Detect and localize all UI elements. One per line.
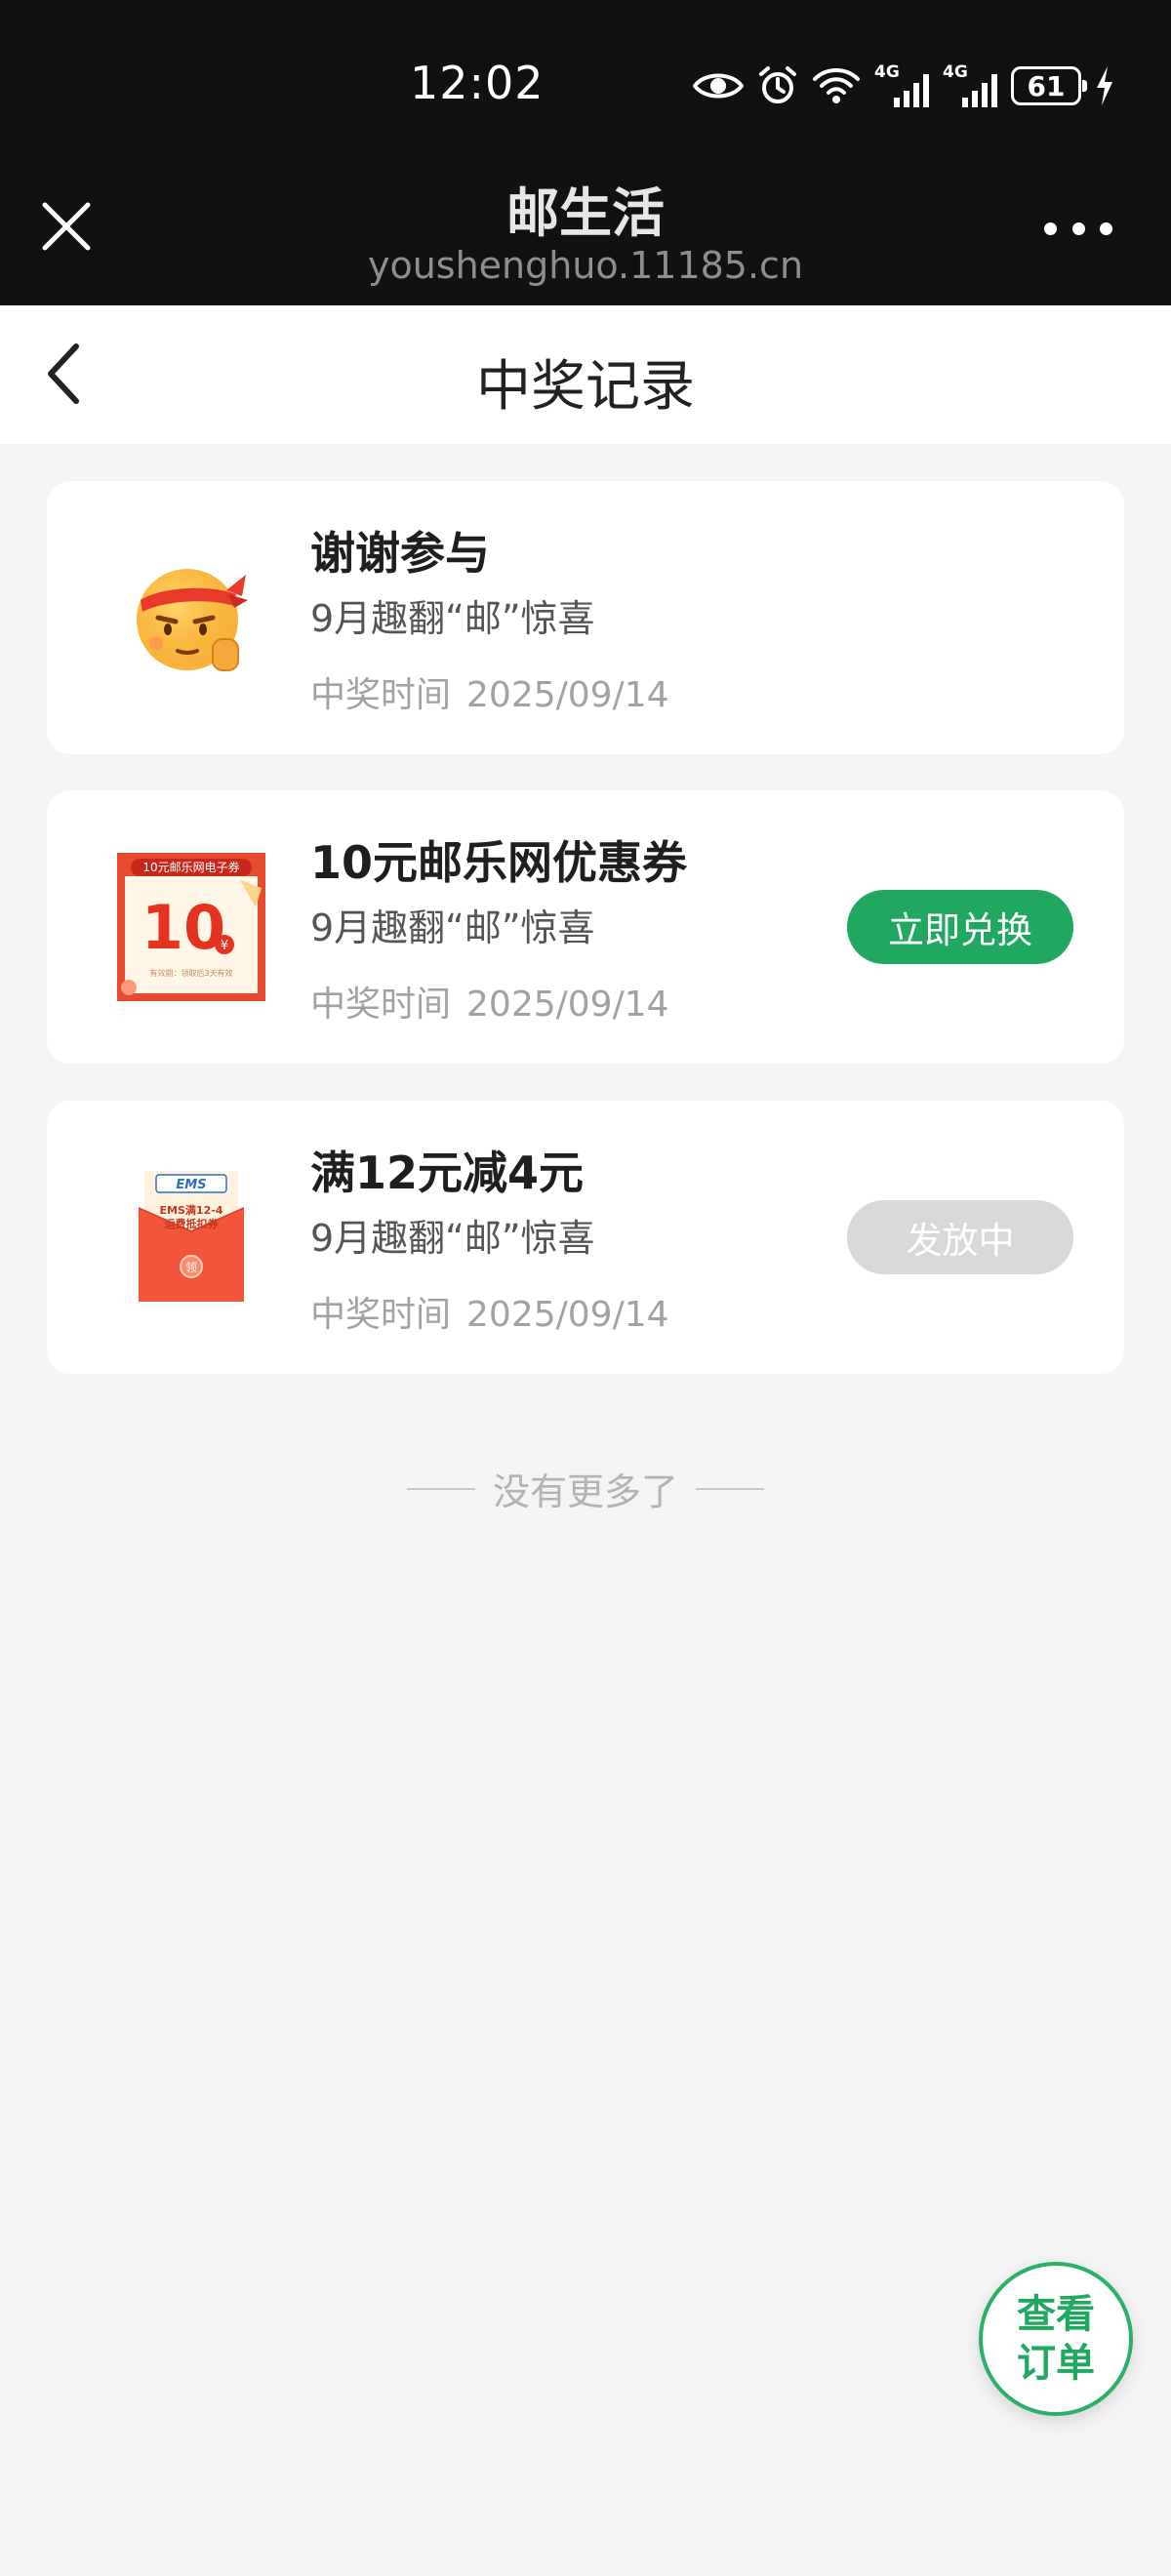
record-time: 中奖时间 2025/09/14 (310, 976, 669, 1026)
coupon-banner-text: 10元邮乐网电子券 (142, 860, 239, 874)
redeem-now-button[interactable]: 立即兑换 (847, 890, 1073, 964)
record-time-value: 2025/09/14 (466, 1295, 669, 1335)
wifi-icon (812, 66, 861, 105)
record-title: 满12元减4元 (310, 1147, 585, 1199)
more-menu-button[interactable] (1044, 209, 1112, 248)
more-dot-icon (1100, 221, 1112, 235)
no-more-indicator: 没有更多了 (0, 1462, 1171, 1515)
status-time: 12:02 (410, 57, 545, 109)
record-subtitle: 9月趣翻“邮”惊喜 (310, 1217, 595, 1260)
record-time-value: 2025/09/14 (466, 675, 669, 715)
record-subtitle: 9月趣翻“邮”惊喜 (310, 597, 595, 640)
webview-url: youshenghuo.11185.cn (367, 244, 804, 287)
view-orders-line1: 查看 (1017, 2292, 1095, 2337)
distributing-status-button[interactable]: 发放中 (847, 1200, 1073, 1274)
red-envelope-icon: EMS EMS满12-4 运费抵扣券 领 (94, 1142, 289, 1333)
envelope-seal-text: 领 (185, 1261, 197, 1274)
webview-title: 邮生活 (506, 182, 665, 244)
webview-header: 12:02 4G 4G 61 邮生活 youshenghuo.11185.cn (0, 0, 1171, 305)
charging-icon (1095, 66, 1114, 105)
record-card[interactable]: 10元邮乐网电子券 10 ¥ 有效期：领取后3天有效 10元邮乐网优惠券 9月趣… (47, 790, 1124, 1064)
signal-icon: 4G (943, 64, 997, 107)
coupon-note-text: 有效期：领取后3天有效 (149, 968, 232, 978)
record-time-label: 中奖时间 (310, 675, 452, 715)
battery-level: 61 (1027, 69, 1066, 102)
coupon-card-icon: 10元邮乐网电子券 10 ¥ 有效期：领取后3天有效 (94, 831, 289, 1023)
battery-icon: 61 (1011, 66, 1087, 105)
view-orders-line2: 订单 (1017, 2341, 1095, 2386)
alarm-icon (757, 65, 798, 106)
record-time-label: 中奖时间 (310, 985, 452, 1025)
no-more-text: 没有更多了 (492, 1470, 678, 1513)
more-dot-icon (1044, 221, 1057, 235)
record-subtitle: 9月趣翻“邮”惊喜 (310, 906, 595, 949)
page-navbar: 中奖记录 (0, 305, 1171, 444)
thank-you-emoji-icon (94, 522, 289, 713)
record-title: 谢谢参与 (310, 527, 490, 580)
envelope-line2-text: 运费抵扣券 (165, 1217, 220, 1230)
record-title: 10元邮乐网优惠券 (310, 836, 688, 889)
more-dot-icon (1071, 221, 1085, 235)
divider-line (406, 1487, 475, 1490)
page-title: 中奖记录 (476, 355, 695, 419)
record-card[interactable]: 谢谢参与 9月趣翻“邮”惊喜 中奖时间 2025/09/14 (47, 481, 1124, 754)
record-time-value: 2025/09/14 (466, 985, 669, 1025)
record-card[interactable]: EMS EMS满12-4 运费抵扣券 领 满12元减4元 9月趣翻“邮”惊喜 中… (47, 1101, 1124, 1374)
coupon-unit-text: ¥ (221, 939, 228, 953)
signal-icon: 4G (874, 64, 929, 107)
record-time: 中奖时间 2025/09/14 (310, 1286, 669, 1337)
envelope-brand-text: EMS (176, 1178, 206, 1192)
envelope-line1-text: EMS满12-4 (160, 1203, 223, 1217)
eye-icon (693, 69, 744, 102)
status-icons: 4G 4G 61 (693, 59, 1114, 113)
record-time: 中奖时间 2025/09/14 (310, 666, 669, 717)
divider-line (696, 1487, 764, 1490)
view-orders-button[interactable]: 查看 订单 (979, 2262, 1133, 2416)
coupon-amount-text: 10 (141, 892, 225, 963)
record-time-label: 中奖时间 (310, 1295, 452, 1335)
